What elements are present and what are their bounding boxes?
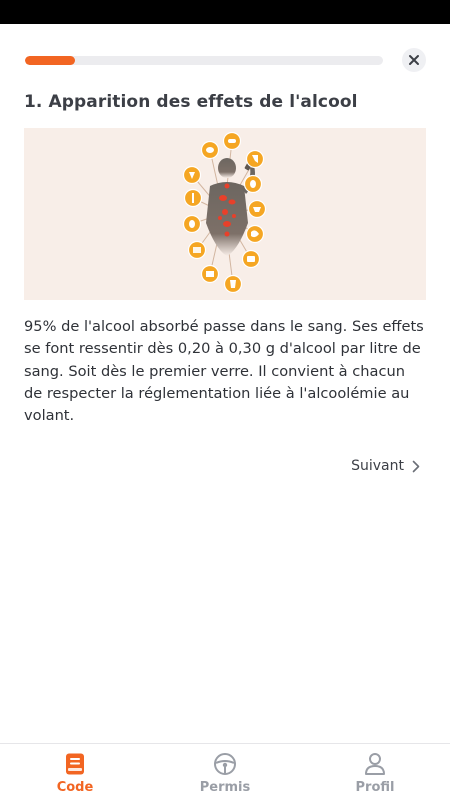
next-button-label: Suivant: [351, 458, 404, 474]
nav-item-profil[interactable]: Profil: [300, 744, 450, 800]
nav-item-code[interactable]: Code: [0, 744, 150, 800]
nav-item-permis[interactable]: Permis: [150, 744, 300, 800]
close-button[interactable]: [402, 48, 426, 72]
chevron-right-icon: [412, 460, 420, 472]
nav-label-code: Code: [56, 780, 94, 795]
person-icon: [365, 753, 385, 775]
lesson-title: 1. Apparition des effets de l'alcool: [24, 92, 358, 112]
status-bar: [0, 0, 450, 24]
lesson-progress-bar: [25, 56, 383, 65]
drinking-person-organs-icon: [182, 131, 267, 294]
steering-wheel-icon: [214, 753, 236, 775]
nav-label-permis: Permis: [199, 780, 251, 795]
book-icon: [66, 753, 84, 775]
nav-label-profil: Profil: [355, 780, 395, 795]
next-button[interactable]: Suivant: [351, 458, 420, 474]
close-icon: [409, 55, 419, 65]
bottom-nav: Code Permis Profil: [0, 743, 450, 800]
lesson-card: 1. Apparition des effets de l'alcool 95%…: [24, 82, 426, 482]
lesson-illustration: [24, 128, 426, 300]
lesson-progress-fill: [25, 56, 76, 65]
lesson-body-text: 95% de l'alcool absorbé passe dans le sa…: [24, 318, 424, 425]
